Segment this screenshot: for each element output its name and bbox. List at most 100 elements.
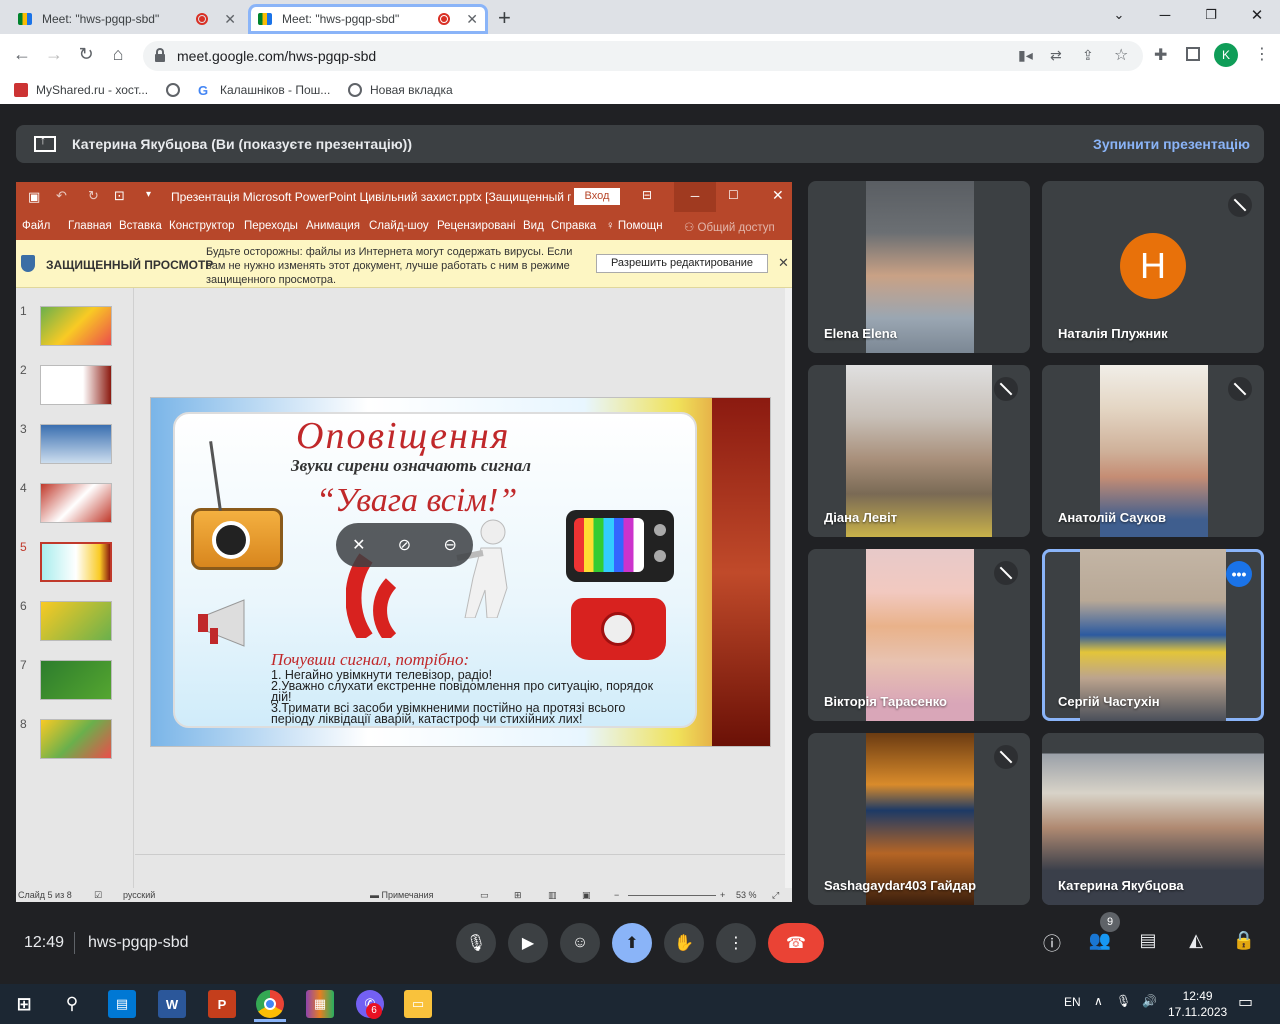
slide-thumbnail-3[interactable] bbox=[40, 424, 112, 464]
ppt-maximize-button[interactable]: ☐ bbox=[728, 188, 739, 202]
bookmark-myshared[interactable]: MyShared.ru - хост... bbox=[14, 83, 148, 97]
participant-tile[interactable]: Elena Elena bbox=[808, 181, 1030, 353]
translate-icon[interactable]: ⇄ bbox=[1050, 47, 1062, 64]
tab-search-icon[interactable]: ⌄ bbox=[1096, 0, 1142, 30]
bookmark-kalashnikov[interactable]: G Калашніков - Пош... bbox=[198, 83, 330, 98]
ribbon-tab-view[interactable]: Вид bbox=[523, 220, 544, 232]
redo-icon[interactable]: ↻ bbox=[88, 188, 99, 204]
chrome-icon[interactable] bbox=[256, 990, 284, 1018]
participant-tile[interactable]: Катерина Якубцова bbox=[1042, 733, 1264, 905]
participant-tile[interactable]: Sashagaydar403 Гайдар bbox=[808, 733, 1030, 905]
stop-presenting-button[interactable]: Зупинити презентацію bbox=[1093, 136, 1250, 152]
participant-tile[interactable]: Анатолій Сауков bbox=[1042, 365, 1264, 537]
spellcheck-icon[interactable]: ☑ bbox=[94, 890, 102, 901]
qat-dropdown-icon[interactable]: ▾ bbox=[146, 189, 151, 200]
tray-chevron-icon[interactable]: ∧ bbox=[1094, 994, 1103, 1008]
globe-icon[interactable] bbox=[166, 83, 188, 97]
ribbon-share[interactable]: ⚇ Общий доступ bbox=[684, 220, 775, 234]
camera-icon[interactable]: ▮◂ bbox=[1018, 47, 1033, 64]
restore-button[interactable]: ❐ bbox=[1188, 0, 1234, 30]
home-icon[interactable]: ⌂ bbox=[106, 44, 130, 65]
more-options-icon[interactable]: ••• bbox=[1226, 561, 1252, 587]
activities-icon[interactable]: ◭ bbox=[1182, 930, 1210, 951]
participant-tile-speaking[interactable]: ••• Сергій Частухін bbox=[1042, 549, 1264, 721]
close-tab-icon[interactable]: ✕ bbox=[224, 11, 236, 28]
powerpoint-icon[interactable]: P bbox=[208, 990, 236, 1018]
new-tab-button[interactable]: + bbox=[498, 5, 511, 31]
address-bar[interactable]: meet.google.com/hws-pgqp-sbd bbox=[143, 41, 1143, 71]
bookmark-star-icon[interactable]: ☆ bbox=[1114, 45, 1128, 65]
close-tab-icon[interactable]: ✕ bbox=[466, 11, 478, 28]
slide-thumbnail-2[interactable] bbox=[40, 365, 112, 405]
ppt-minimize-button[interactable]: ─ bbox=[674, 182, 716, 212]
mute-presentation-icon[interactable]: ⊘ bbox=[398, 535, 411, 555]
zoom-level[interactable]: 53 % bbox=[736, 890, 757, 900]
close-warning-icon[interactable]: ✕ bbox=[778, 255, 789, 271]
volume-icon[interactable]: 🔊 bbox=[1142, 994, 1157, 1008]
zoom-out-icon[interactable]: − bbox=[614, 890, 619, 900]
slideshow-view-icon[interactable]: ▣ bbox=[582, 890, 591, 901]
host-controls-icon[interactable]: 🔒 bbox=[1230, 930, 1258, 951]
side-panel-icon[interactable] bbox=[1186, 47, 1200, 61]
ribbon-tab-home[interactable]: Главная bbox=[68, 220, 112, 232]
ribbon-tab-help[interactable]: Справка bbox=[551, 220, 596, 232]
zoom-slider[interactable] bbox=[628, 895, 716, 896]
notifications-icon[interactable]: ▭ bbox=[1238, 992, 1253, 1012]
ribbon-tab-insert[interactable]: Вставка bbox=[119, 220, 162, 232]
fit-slide-icon[interactable]: ⤢ bbox=[772, 890, 779, 901]
present-button[interactable]: ⬆ bbox=[612, 923, 652, 963]
ribbon-tab-file[interactable]: Файл bbox=[22, 220, 50, 232]
ribbon-tab-design[interactable]: Конструктор bbox=[169, 220, 235, 232]
save-icon[interactable]: ▣ bbox=[28, 189, 40, 205]
microphone-button[interactable]: 🎙 bbox=[456, 923, 496, 963]
profile-avatar[interactable]: K bbox=[1214, 43, 1238, 67]
tab-meet-1[interactable]: Meet: "hws-pgqp-sbd" ✕ bbox=[8, 4, 246, 34]
unpin-icon[interactable]: ✕ bbox=[352, 535, 365, 555]
tray-clock[interactable]: 12:49 17.11.2023 bbox=[1168, 988, 1227, 1020]
remove-icon[interactable]: ⊖ bbox=[443, 535, 456, 555]
search-icon[interactable]: ⚲ bbox=[58, 990, 86, 1018]
slide-thumbnail-5[interactable] bbox=[40, 542, 112, 582]
winrar-icon[interactable]: ▦ bbox=[306, 990, 334, 1018]
close-window-button[interactable]: ✕ bbox=[1234, 0, 1280, 30]
slide-thumbnail-7[interactable] bbox=[40, 660, 112, 700]
ribbon-tab-transitions[interactable]: Переходы bbox=[244, 220, 298, 232]
vertical-scrollbar[interactable] bbox=[785, 288, 792, 888]
undo-icon[interactable]: ↶ bbox=[56, 188, 67, 204]
tab-meet-2[interactable]: Meet: "hws-pgqp-sbd" ✕ bbox=[248, 4, 488, 34]
raise-hand-button[interactable]: ✋ bbox=[664, 923, 704, 963]
ribbon-tab-animations[interactable]: Анимация bbox=[306, 220, 360, 232]
more-options-button[interactable]: ⋮ bbox=[716, 923, 756, 963]
reading-view-icon[interactable]: ▥ bbox=[548, 890, 557, 901]
slide-thumbnail-6[interactable] bbox=[40, 601, 112, 641]
sign-in-button[interactable]: Вход bbox=[574, 188, 620, 205]
chat-icon[interactable]: ▤ bbox=[1134, 930, 1162, 951]
leave-call-button[interactable]: ☎ bbox=[768, 923, 824, 963]
meeting-details-icon[interactable]: ⓘ bbox=[1038, 930, 1066, 956]
participant-tile[interactable]: Н Наталія Плужник bbox=[1042, 181, 1264, 353]
camera-button[interactable]: ▶ bbox=[508, 923, 548, 963]
input-language[interactable]: EN bbox=[1064, 995, 1081, 1009]
windows-start-icon[interactable]: ⊞ bbox=[10, 990, 38, 1018]
people-icon[interactable]: 👥 bbox=[1086, 930, 1114, 951]
store-icon[interactable]: ▤ bbox=[108, 990, 136, 1018]
zoom-in-icon[interactable]: + bbox=[720, 890, 725, 900]
ribbon-tab-slideshow[interactable]: Слайд-шоу bbox=[369, 220, 429, 232]
share-icon[interactable]: ⇪ bbox=[1082, 47, 1094, 64]
slide-thumbnail-1[interactable] bbox=[40, 306, 112, 346]
ribbon-tab-review[interactable]: Рецензировані bbox=[437, 220, 516, 232]
reload-icon[interactable]: ↻ bbox=[74, 44, 98, 65]
slide-sorter-icon[interactable]: ⊞ bbox=[514, 890, 522, 901]
normal-view-icon[interactable]: ▭ bbox=[480, 890, 489, 901]
reactions-button[interactable]: ☺ bbox=[560, 923, 600, 963]
back-icon[interactable]: ← bbox=[10, 44, 34, 65]
minimize-button[interactable]: ─ bbox=[1142, 0, 1188, 30]
forward-icon[interactable]: → bbox=[42, 44, 66, 65]
slide-thumbnail-4[interactable] bbox=[40, 483, 112, 523]
bookmark-new-tab[interactable]: Новая вкладка bbox=[348, 83, 453, 97]
word-icon[interactable]: W bbox=[158, 990, 186, 1018]
menu-icon[interactable]: ⋮ bbox=[1254, 44, 1270, 64]
ribbon-display-icon[interactable]: ⊟ bbox=[642, 188, 652, 202]
ribbon-tell-me[interactable]: ♀ Помощн bbox=[606, 220, 663, 232]
start-slideshow-icon[interactable]: ⊡ bbox=[114, 188, 125, 204]
